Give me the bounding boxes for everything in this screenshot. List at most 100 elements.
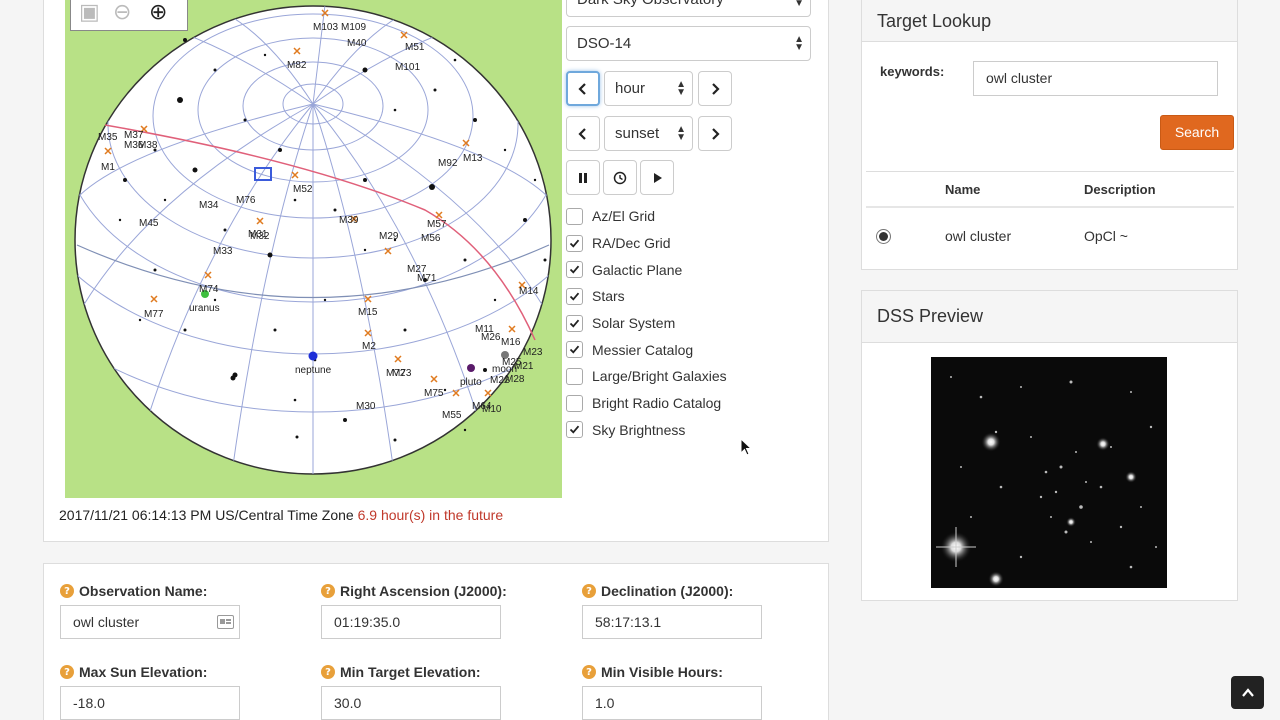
event-select[interactable]: sunset ▲ ▼ xyxy=(604,116,693,151)
result-name: owl cluster xyxy=(945,228,1012,244)
zoom-out-icon[interactable]: ⊖ xyxy=(113,1,131,25)
min-target-elevation-field: ? Min Target Elevation: 30.0 xyxy=(321,663,501,720)
checkbox[interactable] xyxy=(566,341,583,359)
datetime-display: 2017/11/21 06:14:13 PM US/Central Time Z… xyxy=(59,507,503,523)
table-row[interactable]: owl cluster OpCl ~ xyxy=(866,208,1234,265)
sky-chart[interactable]: M103 M109 M40 M51 M82 M101 M35 M37 M36 M… xyxy=(65,0,562,498)
option-large-bright-galaxies[interactable]: Large/Bright Galaxies xyxy=(566,363,727,390)
zoom-reset-icon[interactable]: ▣ xyxy=(79,1,100,25)
step-back-button[interactable] xyxy=(566,71,600,106)
checkbox[interactable] xyxy=(566,421,583,439)
pluto-marker[interactable] xyxy=(467,364,475,372)
right-ascension-field: ? Right Ascension (J2000): 01:19:35.0 xyxy=(321,582,507,639)
pause-icon xyxy=(579,172,587,183)
option-az-el-grid[interactable]: Az/El Grid xyxy=(566,203,727,230)
declination-input[interactable]: 58:17:13.1 xyxy=(582,605,762,639)
checkmark-icon xyxy=(569,319,580,328)
observation-name-field: ? Observation Name: owl cluster xyxy=(60,582,240,639)
option-label: Messier Catalog xyxy=(592,341,694,358)
input-value: -18.0 xyxy=(73,695,105,711)
results-table: Name Description owl cluster OpCl ~ xyxy=(866,171,1234,265)
input-value: owl cluster xyxy=(73,614,140,630)
play-button[interactable] xyxy=(640,160,674,195)
messier-label: M13 xyxy=(463,153,483,164)
messier-label: M16 xyxy=(501,337,521,348)
option-stars[interactable]: Stars xyxy=(566,283,727,310)
field-label: Right Ascension (J2000): xyxy=(340,583,507,599)
result-description: OpCl ~ xyxy=(1084,228,1128,244)
result-radio[interactable] xyxy=(876,229,891,244)
help-icon[interactable]: ? xyxy=(60,665,74,679)
option-label: Solar System xyxy=(592,315,676,332)
search-button[interactable]: Search xyxy=(1160,115,1234,150)
address-card-icon[interactable] xyxy=(217,615,234,629)
right-ascension-input[interactable]: 01:19:35.0 xyxy=(321,605,501,639)
dso-select[interactable]: DSO-14 ▲ ▼ xyxy=(566,26,811,61)
step-forward-button[interactable] xyxy=(698,71,732,106)
checkbox[interactable] xyxy=(566,314,583,332)
now-button[interactable] xyxy=(603,160,637,195)
zoom-in-icon[interactable]: ⊕ xyxy=(149,1,167,25)
clock-icon xyxy=(613,171,627,184)
messier-label: M38 xyxy=(138,140,158,151)
help-icon[interactable]: ? xyxy=(321,665,335,679)
option-messier-catalog[interactable]: Messier Catalog xyxy=(566,336,727,363)
checkmark-icon xyxy=(569,345,580,354)
messier-label: M109 xyxy=(341,22,366,33)
min-target-elevation-input[interactable]: 30.0 xyxy=(321,686,501,720)
messier-label: M56 xyxy=(421,233,441,244)
panel-title: Target Lookup xyxy=(877,11,992,31)
max-sun-elevation-field: ? Max Sun Elevation: -18.0 xyxy=(60,663,240,720)
panel-title: DSS Preview xyxy=(877,306,984,326)
messier-label: M77 xyxy=(144,309,164,320)
checkbox[interactable] xyxy=(566,234,583,252)
dss-starfield xyxy=(936,376,1157,587)
checkbox[interactable] xyxy=(566,394,583,412)
max-sun-elevation-input[interactable]: -18.0 xyxy=(60,686,240,720)
chevron-right-icon xyxy=(712,82,720,95)
option-sky-brightness[interactable]: Sky Brightness xyxy=(566,417,727,444)
checkbox[interactable] xyxy=(566,287,583,305)
keywords-input[interactable]: owl cluster xyxy=(973,61,1218,96)
option-label: Az/El Grid xyxy=(592,208,656,225)
checkbox[interactable] xyxy=(566,261,583,279)
observatory-select[interactable]: Dark Sky Observatory ▲▼ xyxy=(566,0,811,17)
neptune-marker[interactable] xyxy=(308,351,318,361)
mouse-cursor-icon xyxy=(740,438,753,456)
pause-button[interactable] xyxy=(566,160,600,195)
checkmark-icon xyxy=(569,425,580,434)
future-note: 6.9 hour(s) in the future xyxy=(357,507,504,523)
checkmark-icon xyxy=(569,265,580,274)
select-arrows-icon: ▲▼ xyxy=(794,0,804,9)
event-forward-button[interactable] xyxy=(698,116,732,151)
field-label: Observation Name: xyxy=(79,583,208,599)
column-header: Name xyxy=(945,182,981,197)
messier-label: M23 xyxy=(523,347,543,358)
event-back-button[interactable] xyxy=(566,116,600,151)
help-icon[interactable]: ? xyxy=(582,665,596,679)
checkbox[interactable] xyxy=(566,207,583,225)
option-ra-dec-grid[interactable]: RA/Dec Grid xyxy=(566,230,727,257)
table-header: Name Description xyxy=(866,172,1234,208)
messier-label: M51 xyxy=(405,42,425,53)
option-label: Stars xyxy=(592,288,625,305)
checkbox[interactable] xyxy=(566,367,583,385)
messier-label: M103 xyxy=(313,22,338,33)
option-bright-radio-catalog[interactable]: Bright Radio Catalog xyxy=(566,390,727,417)
input-value: 58:17:13.1 xyxy=(595,614,662,630)
datetime-text: 2017/11/21 06:14:13 PM US/Central Time Z… xyxy=(59,507,354,523)
help-icon[interactable]: ? xyxy=(321,584,335,598)
option-galactic-plane[interactable]: Galactic Plane xyxy=(566,256,727,283)
step-unit-select[interactable]: hour ▲ ▼ xyxy=(604,71,693,106)
sky-chart-svg: M103 M109 M40 M51 M82 M101 M35 M37 M36 M… xyxy=(74,5,552,475)
messier-label: M57 xyxy=(427,219,447,230)
help-icon[interactable]: ? xyxy=(60,584,74,598)
scroll-to-top-button[interactable] xyxy=(1231,676,1264,709)
min-visible-hours-input[interactable]: 1.0 xyxy=(582,686,762,720)
observation-name-input[interactable]: owl cluster xyxy=(60,605,240,639)
panel-heading: Target Lookup xyxy=(862,0,1237,42)
option-solar-system[interactable]: Solar System xyxy=(566,310,727,337)
help-icon[interactable]: ? xyxy=(582,584,596,598)
play-icon xyxy=(654,172,662,183)
button-label: Search xyxy=(1174,124,1220,140)
